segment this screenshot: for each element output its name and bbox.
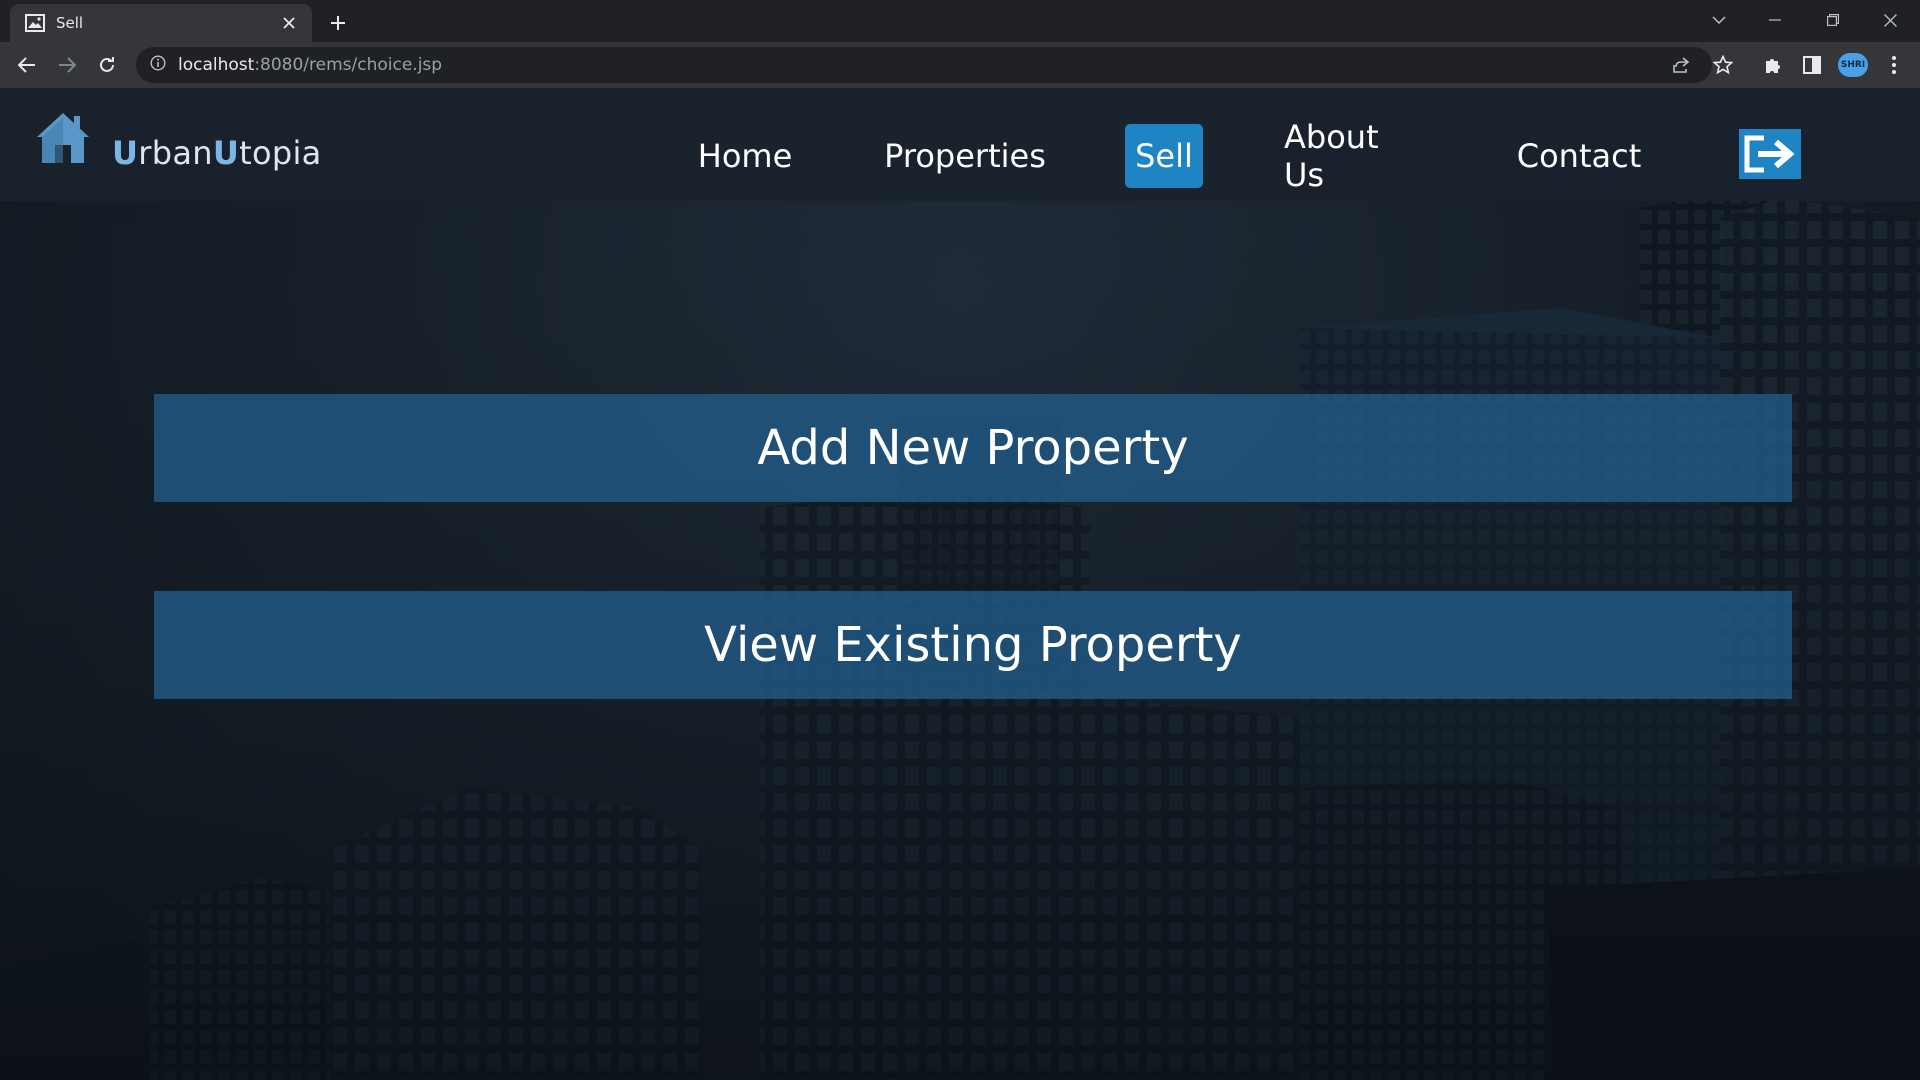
tab-title: Sell: [56, 14, 84, 32]
nav-link-properties[interactable]: Properties: [880, 124, 1050, 188]
logout-icon[interactable]: [1738, 128, 1802, 180]
chevron-down-icon[interactable]: [1696, 5, 1742, 35]
browser-toolbar: localhost:8080/rems/choice.jsp SHRI: [0, 42, 1920, 88]
browser-tabstrip: Sell: [0, 0, 1920, 42]
page-viewport: UrbanUtopia Home Properties Sell About U…: [0, 88, 1920, 1080]
window-close-icon[interactable]: [1867, 5, 1913, 35]
image-favicon-icon: [25, 13, 45, 33]
add-new-property-button[interactable]: Add New Property: [154, 394, 1792, 502]
nav-link-sell[interactable]: Sell: [1125, 124, 1203, 188]
reload-icon[interactable]: [92, 50, 122, 80]
back-arrow-icon[interactable]: [12, 50, 42, 80]
brand-name[interactable]: UrbanUtopia: [112, 134, 322, 172]
minimize-icon[interactable]: [1752, 5, 1798, 35]
side-panel-icon[interactable]: [1797, 50, 1827, 80]
close-icon[interactable]: [278, 12, 300, 34]
share-icon[interactable]: [1666, 50, 1696, 80]
puzzle-icon[interactable]: [1758, 50, 1788, 80]
nav-link-about-us[interactable]: About Us: [1284, 118, 1426, 194]
forward-arrow-icon[interactable]: [52, 50, 82, 80]
city-skyline-background: [0, 88, 1920, 1080]
site-navbar: UrbanUtopia Home Properties Sell About U…: [0, 88, 1920, 201]
info-icon[interactable]: [150, 55, 166, 75]
restore-icon[interactable]: [1810, 5, 1856, 35]
star-icon[interactable]: [1708, 50, 1738, 80]
profile-avatar[interactable]: SHRI: [1838, 53, 1868, 77]
nav-link-home[interactable]: Home: [692, 124, 798, 188]
house-logo-icon[interactable]: [34, 110, 92, 166]
url-text: localhost:8080/rems/choice.jsp: [178, 55, 443, 75]
nav-link-contact[interactable]: Contact: [1514, 124, 1644, 188]
plus-icon[interactable]: [324, 9, 352, 37]
view-existing-property-button[interactable]: View Existing Property: [154, 591, 1792, 699]
browser-tab[interactable]: Sell: [10, 4, 312, 42]
address-bar[interactable]: localhost:8080/rems/choice.jsp: [136, 47, 1712, 83]
kebab-menu-icon[interactable]: [1879, 50, 1909, 80]
